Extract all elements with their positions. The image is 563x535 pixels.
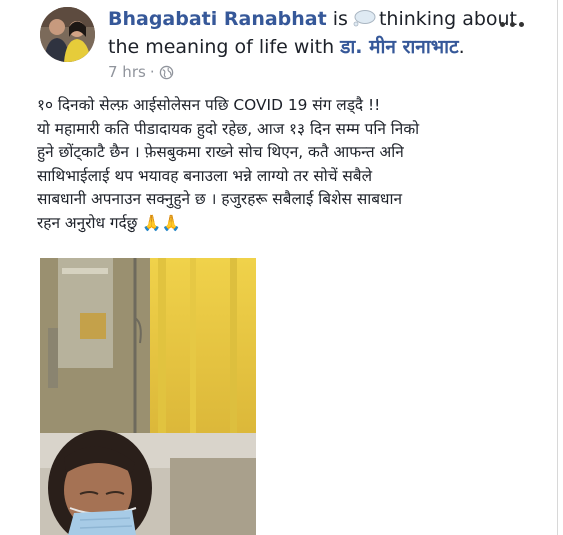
more-dot bbox=[509, 21, 515, 27]
avatar-photo bbox=[40, 7, 95, 62]
post-time[interactable]: 7 hrs bbox=[108, 63, 146, 81]
header-line-2: the meaning of life with डा. मीन रानाभाट… bbox=[108, 34, 508, 60]
post-text-line: यो महामारी कति पीडादायक हुदो रहेछ, आज १३… bbox=[37, 119, 420, 138]
header-line-1: Bhagabati Ranabhat is thinking about bbox=[108, 6, 517, 34]
more-dot bbox=[500, 21, 505, 27]
thought-bubble-icon bbox=[352, 8, 376, 34]
post-text-line: १० दिनको सेल्फ़ आईसोलेसन पछि COVID 19 सं… bbox=[37, 96, 381, 114]
post-photo[interactable] bbox=[40, 258, 256, 535]
post-card: Bhagabati Ranabhat is thinking about the … bbox=[0, 0, 558, 535]
post-text-line: हुने छोंट्काटै छैन । फ़ेसबुकमा राख्ने सो… bbox=[37, 143, 404, 161]
post-text-line: साबधानी अपनाउन सक्नुहुने छ । हजुरहरू सबै… bbox=[37, 190, 403, 208]
globe-icon[interactable] bbox=[159, 65, 174, 85]
post-text: १० दिनको सेल्फ़ आईसोलेसन पछि COVID 19 सं… bbox=[37, 94, 547, 235]
is-text: is bbox=[332, 8, 348, 30]
post-text-line: साथिभाईलाई थप भयावह बनाउला भन्ने लाग्यो … bbox=[37, 166, 373, 185]
more-dot bbox=[519, 21, 524, 27]
post-meta: 7 hrs · bbox=[108, 62, 508, 85]
hospital-photo bbox=[40, 258, 256, 535]
with-text: the meaning of life with bbox=[108, 36, 335, 58]
meta-dot: · bbox=[149, 63, 155, 81]
period: . bbox=[458, 36, 465, 58]
post-text-line: रहन अनुरोध गर्दछु 🙏🙏 bbox=[37, 213, 181, 232]
post-header: Bhagabati Ranabhat is thinking about the … bbox=[108, 6, 517, 85]
author-name[interactable]: Bhagabati Ranabhat bbox=[108, 8, 327, 30]
feeling-text: thinking about bbox=[378, 8, 518, 30]
more-options-icon[interactable] bbox=[500, 12, 524, 36]
tagged-person[interactable]: डा. मीन रानाभाट bbox=[340, 36, 458, 58]
author-avatar[interactable] bbox=[40, 7, 95, 62]
